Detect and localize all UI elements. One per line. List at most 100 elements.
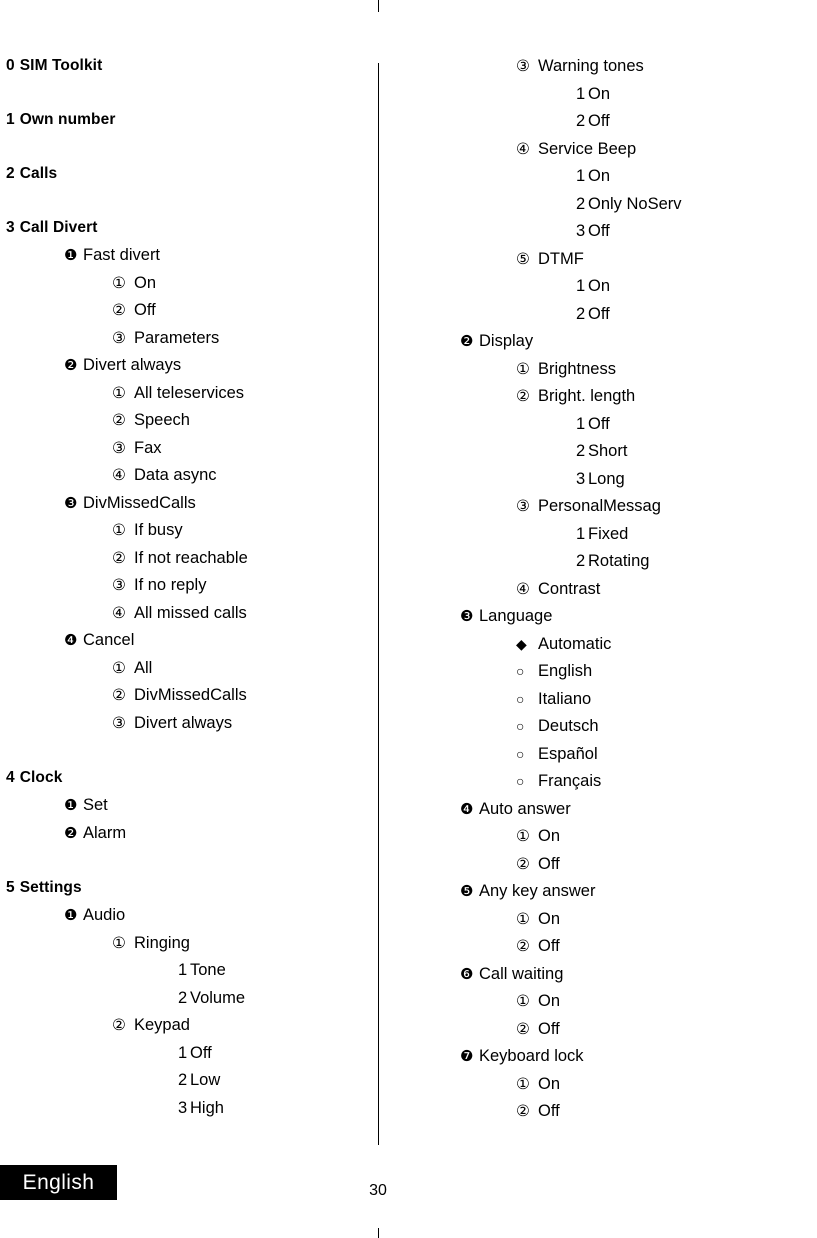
menu-item-keypad-off: 1 Off xyxy=(0,1044,372,1073)
menu-item-label: Off xyxy=(588,222,610,240)
menu-item-label: On xyxy=(588,167,611,185)
menu-item-label: Ringing xyxy=(134,933,190,952)
menu-item-label: Service Beep xyxy=(538,139,637,158)
number-1-marker: 1 xyxy=(576,84,586,103)
menu-item-label: Divert always xyxy=(134,713,233,732)
menu-item-display: ❷ Display xyxy=(440,333,817,361)
menu-item-label: Tone xyxy=(190,961,226,979)
menu-item-bright-length: ② Bright. length xyxy=(440,388,817,416)
menu-item-keypad: ② Keypad xyxy=(0,1017,372,1045)
heading-number: 1 xyxy=(6,111,15,128)
circled-number-2-icon: ② xyxy=(112,412,126,429)
disc-number-3-icon: ❸ xyxy=(64,494,78,512)
menu-item-label: All teleservices xyxy=(134,383,245,402)
left-column: 0 SIM Toolkit 1 Own number 2 Calls 3 Call Di… xyxy=(0,58,372,1127)
menu-item-language-espanol: ○ Español xyxy=(440,745,817,774)
hollow-circle-icon: ○ xyxy=(516,663,525,679)
menu-item-personal-messag: ③ PersonalMessag xyxy=(440,498,817,526)
menu-item-label: Off xyxy=(588,112,610,130)
menu-item-personal-messag-rotating: 2 Rotating xyxy=(440,553,817,581)
menu-item-label: Français xyxy=(538,772,602,790)
circled-number-2-icon: ② xyxy=(516,1020,530,1038)
circled-number-1-icon: ① xyxy=(516,1075,530,1093)
menu-item-label: DivMissedCalls xyxy=(83,493,196,512)
menu-item-clock-alarm: ❷ Alarm xyxy=(0,823,372,853)
menu-item-label: Off xyxy=(538,854,560,873)
menu-item-speech: ② Speech xyxy=(0,412,372,440)
circled-number-1-icon: ① xyxy=(516,993,530,1010)
menu-item-label: Italiano xyxy=(538,689,592,708)
menu-item-label: Alarm xyxy=(83,823,127,842)
menu-item-label: Warning tones xyxy=(538,57,644,75)
menu-item-label: Display xyxy=(479,332,534,350)
circled-number-3-icon: ③ xyxy=(112,439,126,457)
menu-item-label: Volume xyxy=(190,988,246,1007)
menu-item-fast-divert-parameters: ③ Parameters xyxy=(0,329,372,358)
menu-item-label: Speech xyxy=(134,411,190,429)
menu-item-label: Divert always xyxy=(83,356,182,374)
heading-number: 5 xyxy=(6,879,15,896)
circled-number-2-icon: ② xyxy=(516,938,530,955)
circled-number-2-icon: ② xyxy=(516,388,530,405)
menu-item-label: Keyboard lock xyxy=(479,1047,584,1065)
heading-number: 4 xyxy=(6,769,15,786)
menu-item-label: Rotating xyxy=(588,552,650,570)
disc-number-7-icon: ❼ xyxy=(460,1048,474,1065)
menu-item-label: Deutsch xyxy=(538,717,599,735)
menu-item-label: High xyxy=(190,1098,224,1117)
menu-item-label: Off xyxy=(538,1102,560,1120)
menu-item-label: Only NoServ xyxy=(588,194,682,213)
menu-item-label: Off xyxy=(538,1019,560,1038)
menu-item-dtmf-on: 1 On xyxy=(440,278,817,306)
menu-item-service-beep: ④ Service Beep xyxy=(440,139,817,169)
heading-label: Call Divert xyxy=(19,219,98,236)
page-number: 30 xyxy=(369,1182,387,1199)
menu-item-label: If not reachable xyxy=(134,548,248,567)
circled-number-4-icon: ④ xyxy=(112,604,126,622)
menu-item-auto-answer-off: ② Off xyxy=(440,854,817,884)
disc-number-1-icon: ❶ xyxy=(64,907,78,924)
menu-item-bright-length-off: 1 Off xyxy=(440,415,817,444)
menu-item-all-teleservices: ① All teleservices xyxy=(0,383,372,413)
menu-item-contrast: ④ Contrast xyxy=(440,579,817,609)
number-3-marker: 3 xyxy=(178,1098,188,1117)
column-divider xyxy=(378,63,379,1145)
menu-item-language-francais: ○ Français xyxy=(440,773,817,801)
disc-number-3-icon: ❸ xyxy=(460,608,474,625)
circled-number-1-icon: ① xyxy=(112,522,126,539)
heading-label: SIM Toolkit xyxy=(19,57,103,74)
menu-item-label: Language xyxy=(479,607,553,625)
heading-label: Calls xyxy=(19,165,58,182)
disc-number-1-icon: ❶ xyxy=(64,797,78,814)
disc-number-2-icon: ❷ xyxy=(460,333,474,350)
menu-item-label: Contrast xyxy=(538,579,601,598)
language-tab: English xyxy=(0,1165,117,1200)
heading-sim-toolkit: 0 SIM Toolkit xyxy=(0,58,372,85)
number-2-marker: 2 xyxy=(576,552,586,570)
menu-item-label: On xyxy=(538,992,561,1010)
menu-item-clock-set: ❶ Set xyxy=(0,797,372,825)
menu-item-auto-answer: ❹ Auto answer xyxy=(440,800,817,829)
menu-item-if-no-reply: ③ If no reply xyxy=(0,577,372,605)
number-2-marker: 2 xyxy=(576,442,586,460)
circled-number-2-icon: ② xyxy=(516,1103,530,1120)
circled-number-4-icon: ④ xyxy=(112,467,126,484)
menu-item-fast-divert: ❶ Fast divert xyxy=(0,247,372,275)
crop-mark-bottom xyxy=(378,1228,379,1238)
menu-item-if-busy: ① If busy xyxy=(0,522,372,550)
number-2-marker: 2 xyxy=(576,304,586,323)
menu-item-keyboard-lock-off: ② Off xyxy=(440,1103,817,1131)
menu-item-label: Cancel xyxy=(83,631,135,649)
heading-number: 0 xyxy=(6,57,15,74)
disc-number-2-icon: ❷ xyxy=(64,824,78,842)
heading-calls: 2 Calls xyxy=(0,166,372,193)
heading-number: 3 xyxy=(6,219,15,236)
menu-item-label: On xyxy=(538,827,561,845)
menu-item-label: All missed calls xyxy=(134,603,247,622)
menu-item-dtmf: ⑤ DTMF xyxy=(440,250,817,279)
menu-item-label: Audio xyxy=(83,906,126,924)
heading-clock: 4 Clock xyxy=(0,770,372,797)
heading-label: Clock xyxy=(19,769,63,786)
menu-item-auto-answer-on: ① On xyxy=(440,828,817,856)
menu-item-label: Automatic xyxy=(538,634,612,653)
